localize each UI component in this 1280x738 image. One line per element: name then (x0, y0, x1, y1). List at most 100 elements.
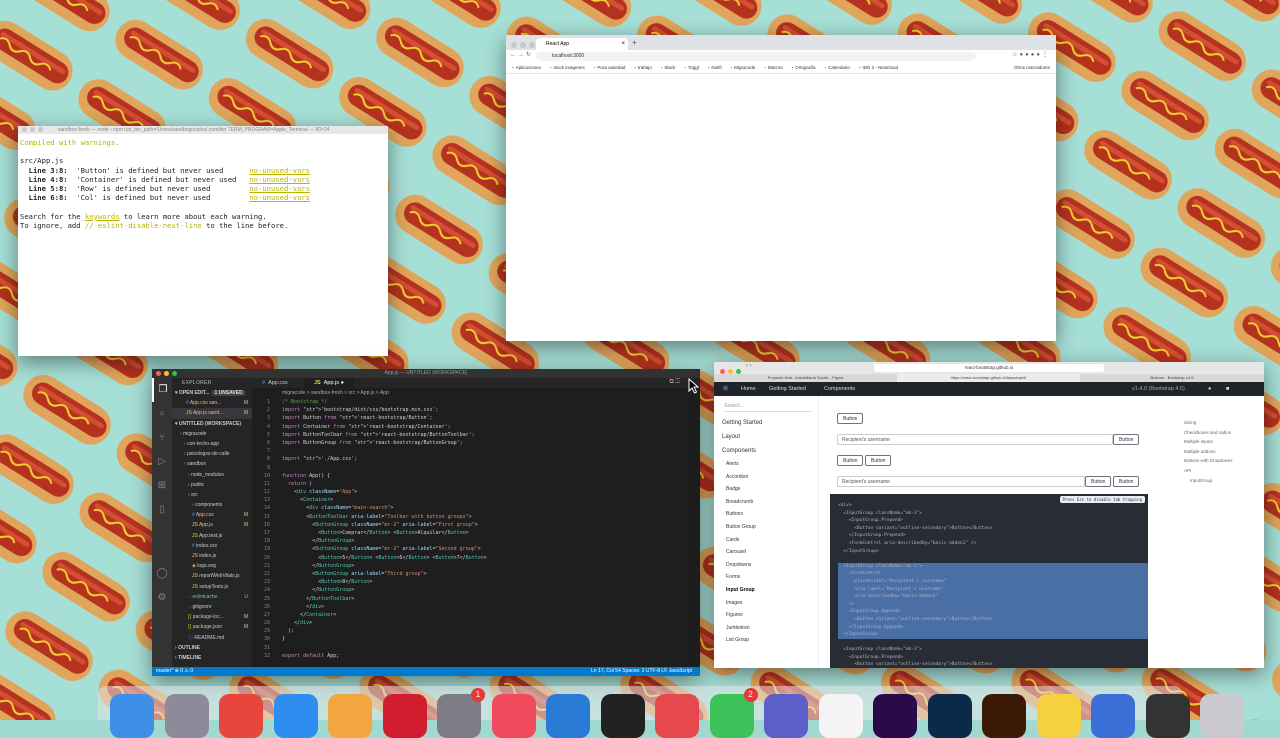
explorer-item[interactable]: JS App.js sand... M (172, 408, 252, 419)
bookmark-item[interactable]: stock imagenes (550, 65, 585, 70)
illustrator-icon[interactable] (982, 694, 1026, 738)
explorer-item[interactable]: JS reportWebVitals.js (172, 571, 252, 581)
code-line[interactable]: <InputGroup.Prepend> (838, 654, 1148, 662)
explorer-item[interactable]: › con-techo-app (172, 439, 252, 449)
append-button-1[interactable]: Button (1085, 476, 1112, 487)
explorer-item[interactable]: # index.css (172, 541, 252, 551)
sidebar-item[interactable]: Alerts (714, 458, 818, 471)
code-line[interactable]: </InputGroup> (838, 631, 1148, 639)
open-editors-section[interactable]: ▾ OPEN EDIT... 1 UNSAVED (172, 388, 252, 398)
explorer-item[interactable]: › public (172, 480, 252, 490)
code-line[interactable]: placeholder="Recipient's username" (838, 577, 1148, 586)
calculator-icon[interactable] (1145, 694, 1190, 738)
close-icon[interactable]: × (621, 38, 625, 50)
explorer-item[interactable]: · .eslintcache U (172, 592, 252, 602)
vscode-window[interactable]: App.js — UNTITLED (WORKSPACE) ❐ ⌕ ⑂ ▷ ⊞ … (152, 369, 700, 676)
terminal-output[interactable]: Compiled with warnings. src/App.js Line … (18, 134, 388, 234)
code-line[interactable]: 2 import "str">'bootstrap/dist/css/bootst… (252, 406, 700, 414)
new-tab-icon[interactable]: + (632, 38, 637, 47)
rule-link[interactable]: no-unused-vars (249, 166, 310, 175)
sidebar-header-components[interactable]: Components (714, 444, 818, 458)
editor-area[interactable]: # App.css JS App.js ● ⧉ ◫ migracode > sand… (252, 378, 700, 667)
bookmark-item[interactable]: Notifi (708, 65, 722, 70)
recipient-input[interactable]: Recipient's username (837, 434, 1113, 445)
code-line[interactable]: </InputGroup> (838, 548, 1148, 556)
code-line[interactable]: 28 </div> (252, 619, 700, 627)
code-line[interactable]: 32 export default App; (252, 652, 700, 660)
tab-app-js[interactable]: JS App.js ● (304, 378, 354, 388)
version-dropdown[interactable]: v1.4.0 (Bootstrap 4.5) (1132, 382, 1185, 396)
sidebar-item[interactable]: Buttons (714, 508, 818, 521)
code-line[interactable]: <Button variant="outline-secondary">Butt… (838, 525, 1148, 533)
slack-icon[interactable] (818, 694, 863, 738)
explorer-item[interactable]: › components (172, 500, 252, 510)
chrome-window[interactable]: React App × + ←→↻ localhost:3000 ☆●●●●⋮ … (506, 35, 1056, 341)
code-line[interactable]: <InputGroup className="mb-3"> (838, 646, 1148, 654)
code-line[interactable]: 17 <Button>Comprar</Button> <Button>Alqu… (252, 529, 700, 537)
nav-getting-started[interactable]: Getting Started (769, 382, 806, 396)
app-icon[interactable] (1091, 694, 1135, 738)
code-line[interactable]: 7 (252, 447, 700, 455)
code-line[interactable]: 15 <ButtonToolbar aria-label="Toolbar wi… (252, 513, 700, 521)
sidebar-item[interactable]: Forms (714, 571, 818, 584)
code-line[interactable]: <InputGroup className="mb-3"> (838, 510, 1148, 518)
code-line[interactable] (838, 555, 1148, 563)
explorer-item[interactable]: {} package.json M (172, 622, 252, 632)
sidebar-item[interactable]: Figures (714, 609, 818, 622)
explorer-item[interactable]: · .gitignore (172, 602, 252, 612)
explorer-item[interactable]: JS App.test.js (172, 531, 252, 541)
status-right[interactable]: Ln 17, Col 54 Spaces: 2 UTF-8 LF JavaScr… (591, 667, 692, 676)
docs-search-input[interactable]: Search... (724, 402, 812, 412)
code-line[interactable]: 25 </ButtonToolbar> (252, 595, 700, 603)
sidebar-item[interactable]: Jumbotron (714, 622, 818, 635)
bookmark-item[interactable]: Pura variedad (594, 65, 626, 70)
explorer-item[interactable]: {} package-loc... M (172, 612, 252, 622)
code-line[interactable]: 11 return ( (252, 480, 700, 488)
bookmark-item[interactable]: Ortografía (792, 65, 816, 70)
safari-window[interactable]: ‹ › react-bootstrap.github.io Proyecto f… (714, 362, 1264, 668)
premiere-icon[interactable] (873, 694, 917, 738)
teams-icon[interactable] (764, 694, 808, 738)
safari-tab-buttons[interactable]: Buttons · Bootstrap v4.5 (1080, 374, 1264, 382)
trash-icon[interactable] (1200, 694, 1244, 738)
explorer-item[interactable]: JS setupTests.js (172, 582, 252, 592)
live-code-editor[interactable]: Press Esc to disable tab trapping <div> … (830, 494, 1148, 668)
code-line[interactable]: /> (838, 600, 1148, 609)
other-bookmarks[interactable]: Otros marcadores (1014, 62, 1050, 73)
rule-link[interactable]: no-unused-vars (249, 184, 310, 193)
outline-section[interactable]: › OUTLINE (172, 643, 252, 653)
terminal-window[interactable]: sandbox-fresh — node › npm run_bin_path=… (18, 126, 388, 356)
chrome-icon[interactable] (219, 694, 263, 738)
split-editor-icon[interactable]: ⧉ ◫ (669, 379, 680, 386)
bookmark-item[interactable]: Slack (661, 65, 676, 70)
toc-item[interactable]: Checkboxes and radios (1184, 428, 1233, 438)
bookmark-item[interactable]: trabajo (634, 65, 651, 70)
code-line[interactable] (838, 639, 1148, 647)
code-line[interactable]: 20 <Button>5</Button> <Button>6</Button>… (252, 554, 700, 562)
safari-tab-figma[interactable]: Proyecto final - Inmobiliaria Social – F… (714, 374, 897, 382)
sidebar-item[interactable]: Button Group (714, 521, 818, 534)
opera-icon[interactable] (382, 694, 427, 738)
sidebar-item[interactable]: Carousel (714, 546, 818, 559)
launchpad-icon[interactable] (164, 694, 209, 738)
code-line[interactable]: 27 </Container> (252, 611, 700, 619)
github-icon[interactable]: ● (1208, 382, 1211, 396)
workspace-section[interactable]: ▾ UNTITLED (WORKSPACE) (172, 419, 252, 429)
sidebar-item[interactable]: Accordion (714, 471, 818, 484)
example-button[interactable]: Button (837, 413, 864, 424)
prepend-button-1[interactable]: Button (837, 455, 864, 466)
chrome-tab[interactable]: React App × (536, 38, 628, 50)
safari-address-bar[interactable]: react-bootstrap.github.io (874, 364, 1104, 372)
code-line[interactable]: 10 function App() { (252, 472, 700, 480)
append-button-2[interactable]: Button (1113, 476, 1140, 487)
toc-item[interactable]: InputGroup (1184, 476, 1233, 486)
code-line[interactable]: </InputGroup.Append> (838, 623, 1148, 632)
nav-components[interactable]: Components (824, 382, 855, 396)
explorer-item[interactable]: ⓘ README.md (172, 633, 252, 643)
run-icon[interactable]: ▷ (152, 450, 172, 474)
sidebar-item[interactable]: Cards (714, 534, 818, 547)
code-line[interactable]: 21 </ButtonGroup> (252, 562, 700, 570)
explorer-item[interactable]: › sandbox (172, 459, 252, 469)
code-line[interactable]: 1 /* Bootstrap */ (252, 398, 700, 406)
explorer-item[interactable]: # App.css san... M (172, 398, 252, 408)
